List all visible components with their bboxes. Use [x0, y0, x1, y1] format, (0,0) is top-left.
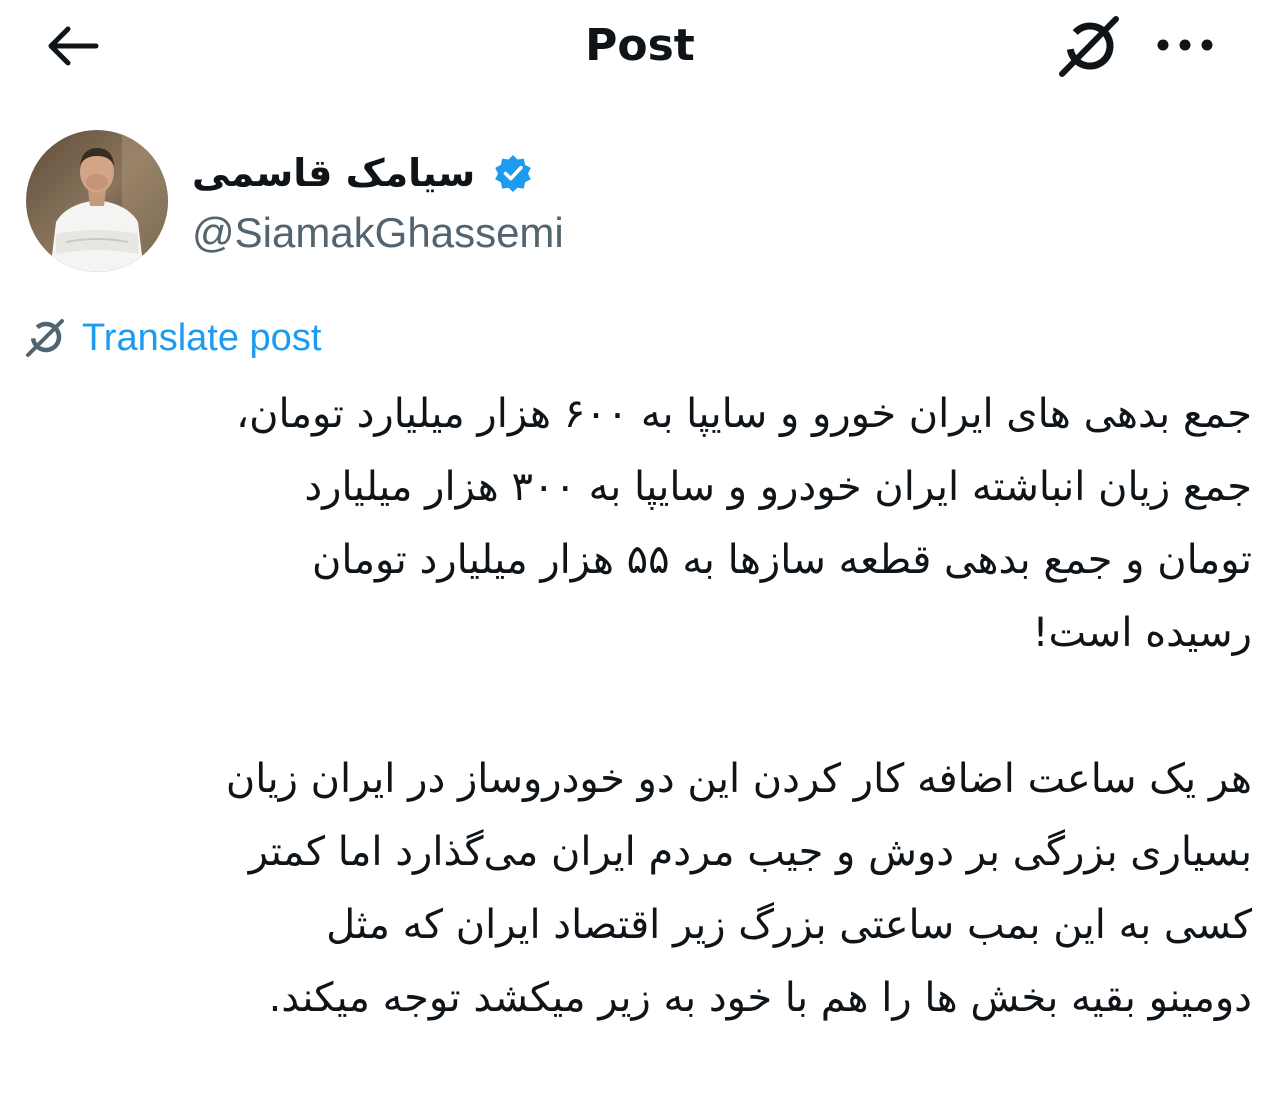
post-line: رسیده است!: [1032, 610, 1252, 656]
post-line: جمع بدهی های ایران خورو و سایپا به ۶۰۰ ه…: [236, 391, 1252, 437]
back-button[interactable]: [40, 18, 104, 74]
post-line: کسی به این بمب ساعتی بزرگ زیر اقتصاد ایر…: [326, 902, 1252, 948]
author-handle[interactable]: @SiamakGhassemi: [192, 206, 564, 260]
post-line: تومان و جمع بدهی قطعه سازها به ۵۵ هزار م…: [312, 537, 1252, 583]
avatar-image: [26, 130, 168, 272]
post-line: جمع زیان انباشته ایران خودرو و سایپا به …: [304, 464, 1252, 510]
post-line-blank: [30, 670, 1252, 743]
arrow-left-icon: [48, 26, 99, 66]
author-name-row: سیامک قاسمی: [192, 144, 533, 202]
post-line: هر یک ساعت اضافه کار کردن این دو خودروسا…: [225, 756, 1252, 802]
grok-button[interactable]: [1052, 12, 1126, 82]
post-line: بسیاری بزرگی بر دوش و جیب مردم ایران می‌…: [248, 829, 1252, 875]
verified-badge-icon: [493, 153, 533, 193]
grok-icon: [1059, 16, 1119, 77]
post-text: جمع بدهی های ایران خورو و سایپا به ۶۰۰ ه…: [30, 378, 1252, 1035]
more-horizontal-icon: [1157, 39, 1213, 51]
more-options-button[interactable]: [1150, 22, 1220, 68]
author-name[interactable]: سیامک قاسمی: [192, 144, 475, 202]
post-line: دومینو بقیه بخش ها را هم با خود به زیر م…: [268, 975, 1252, 1021]
translate-post-label: Translate post: [82, 317, 322, 359]
translate-post-button[interactable]: Translate post: [24, 312, 321, 364]
grok-icon: [24, 317, 66, 359]
top-bar: Post: [0, 0, 1280, 95]
avatar[interactable]: [26, 130, 168, 272]
